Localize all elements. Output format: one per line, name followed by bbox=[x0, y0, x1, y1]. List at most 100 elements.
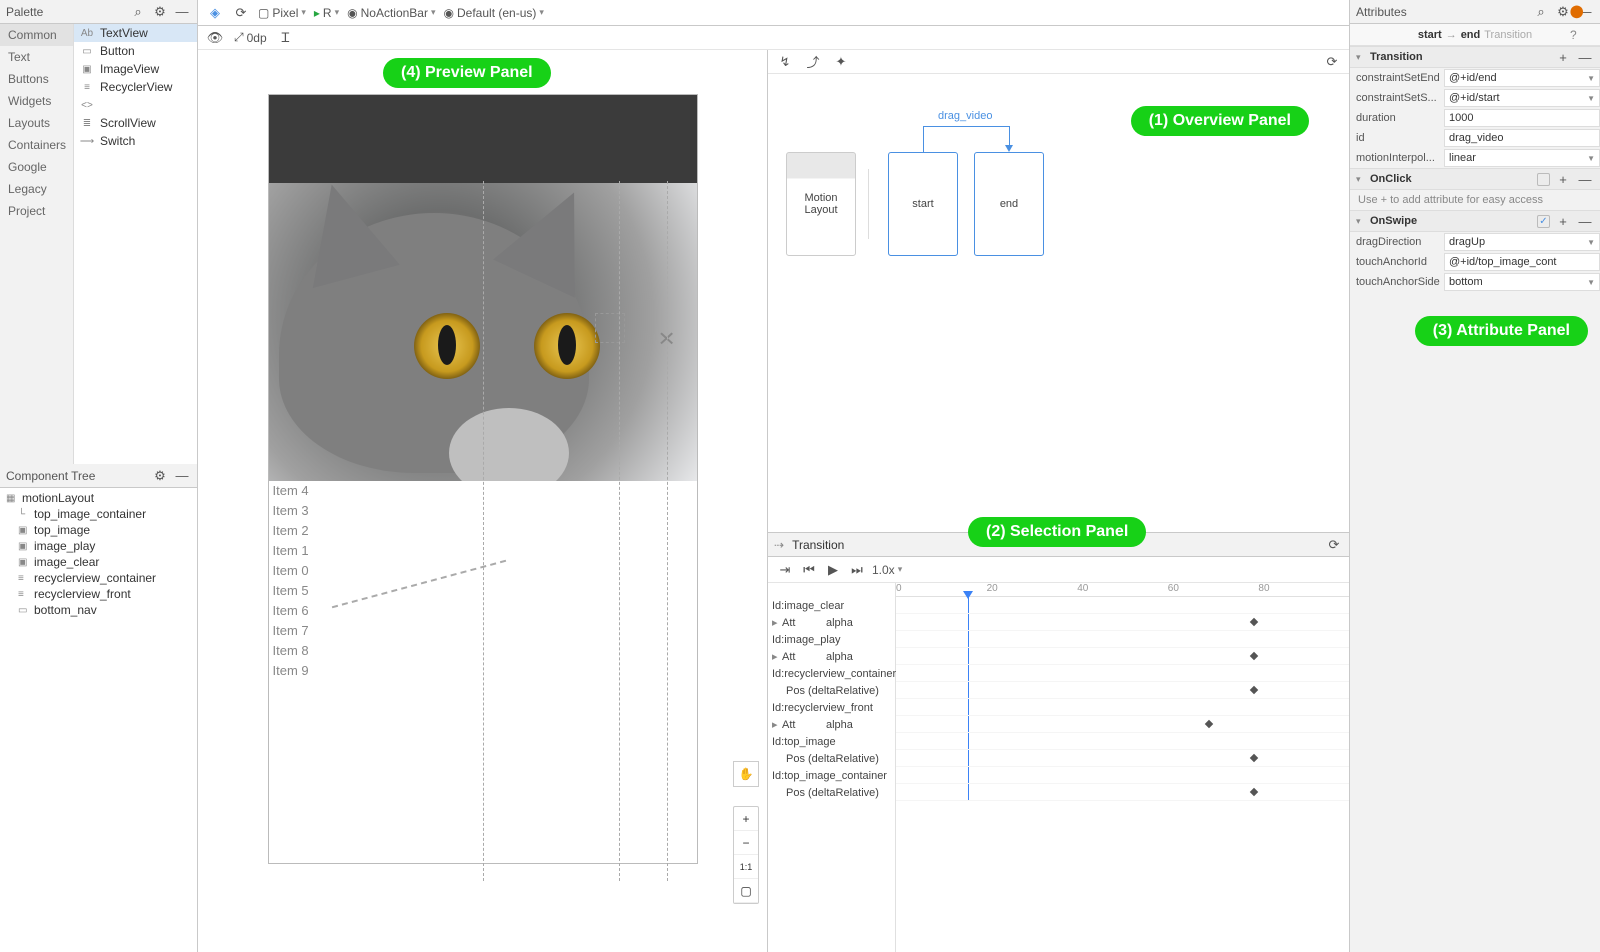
palette-cat-google[interactable]: Google bbox=[0, 156, 73, 178]
timeline-label[interactable]: Id:image_play bbox=[768, 631, 895, 648]
component-button[interactable]: ▭Button bbox=[74, 42, 197, 60]
timeline-row[interactable] bbox=[896, 648, 1349, 665]
timeline-row[interactable] bbox=[896, 631, 1349, 648]
search-icon[interactable]: ⌕ bbox=[1532, 3, 1550, 21]
add-click-icon[interactable]: ✦ bbox=[832, 53, 850, 71]
palette-cat-legacy[interactable]: Legacy bbox=[0, 178, 73, 200]
timeline-label[interactable]: Id:recyclerview_front bbox=[768, 699, 895, 716]
remove-icon[interactable]: — bbox=[1576, 48, 1594, 66]
palette-cat-text[interactable]: Text bbox=[0, 46, 73, 68]
timeline-row[interactable] bbox=[896, 733, 1349, 750]
attr-value[interactable]: @+id/end▼ bbox=[1444, 69, 1600, 87]
palette-cat-containers[interactable]: Containers bbox=[0, 134, 73, 156]
timeline-row[interactable] bbox=[896, 784, 1349, 801]
palette-cat-widgets[interactable]: Widgets bbox=[0, 90, 73, 112]
timeline-label[interactable]: Id:top_image_container bbox=[768, 767, 895, 784]
timeline-row[interactable] bbox=[896, 682, 1349, 699]
zoom-reset-button[interactable]: 1:1 bbox=[734, 855, 758, 879]
section-onswipe[interactable]: ▾ OnSwipe ✓ + — bbox=[1350, 210, 1600, 232]
keyframe-icon[interactable] bbox=[1250, 652, 1258, 660]
remove-icon[interactable]: — bbox=[1576, 170, 1594, 188]
selection-rect[interactable] bbox=[595, 313, 625, 343]
step-back-icon[interactable]: ⏮ bbox=[800, 561, 818, 579]
timeline-row[interactable] bbox=[896, 614, 1349, 631]
timeline-row[interactable] bbox=[896, 716, 1349, 733]
tree-item-image_play[interactable]: ▣image_play bbox=[0, 538, 197, 554]
checkbox-icon[interactable] bbox=[1537, 173, 1550, 186]
visibility-icon[interactable]: 👁 bbox=[206, 29, 224, 47]
timeline-label[interactable]: Pos (deltaRelative) bbox=[768, 750, 895, 767]
attr-value[interactable]: @+id/top_image_cont bbox=[1444, 253, 1600, 271]
zoom-in-button[interactable]: + bbox=[734, 807, 758, 831]
search-icon[interactable]: ⌕ bbox=[129, 3, 147, 21]
attr-value[interactable]: 1000 bbox=[1444, 109, 1600, 127]
timeline-row[interactable] bbox=[896, 597, 1349, 614]
text-cursor-icon[interactable]: Ꮖ bbox=[277, 29, 295, 47]
timeline-row[interactable] bbox=[896, 665, 1349, 682]
gear-icon[interactable]: ⚙ bbox=[151, 3, 169, 21]
zoom-out-button[interactable]: − bbox=[734, 831, 758, 855]
timeline-label[interactable]: Pos (deltaRelative) bbox=[768, 784, 895, 801]
state-start[interactable]: start bbox=[888, 152, 958, 256]
margin-input[interactable]: ⤢ 0dp bbox=[234, 30, 267, 45]
keyframe-icon[interactable] bbox=[1204, 720, 1212, 728]
component-scrollview[interactable]: ≣ScrollView bbox=[74, 114, 197, 132]
tree-item-top_image[interactable]: ▣top_image bbox=[0, 522, 197, 538]
locale-selector[interactable]: ◉ Default (en-us) ▾ bbox=[444, 6, 544, 20]
component-textview[interactable]: AbTextView bbox=[74, 24, 197, 42]
step-fwd-icon[interactable]: ⏭ bbox=[848, 561, 866, 579]
device-selector[interactable]: ▢ Pixel ▾ bbox=[258, 6, 306, 20]
go-start-icon[interactable]: ⇥ bbox=[776, 561, 794, 579]
timeline-row[interactable] bbox=[896, 750, 1349, 767]
attr-value[interactable]: drag_video bbox=[1444, 129, 1600, 147]
overview-canvas[interactable]: (1) Overview Panel Motion Layout start e… bbox=[768, 74, 1349, 532]
state-end[interactable]: end bbox=[974, 152, 1044, 256]
help-icon[interactable]: ? bbox=[1570, 28, 1586, 44]
tree-item-recyclerview_front[interactable]: ≡recyclerview_front bbox=[0, 586, 197, 602]
motion-layout-node[interactable]: Motion Layout bbox=[786, 152, 856, 256]
section-onclick[interactable]: ▾ OnClick + — bbox=[1350, 168, 1600, 190]
tree-item-recyclerview_container[interactable]: ≡recyclerview_container bbox=[0, 570, 197, 586]
tree-item-image_clear[interactable]: ▣image_clear bbox=[0, 554, 197, 570]
section-transition[interactable]: ▾ Transition + — bbox=[1350, 46, 1600, 68]
theme-selector[interactable]: ◉ NoActionBar ▾ bbox=[347, 6, 435, 20]
attr-value[interactable]: @+id/start▼ bbox=[1444, 89, 1600, 107]
timeline-label[interactable]: ▸ Attalpha bbox=[768, 716, 895, 733]
component-fragmentfragmentfragment[interactable]: <> bbox=[74, 96, 197, 114]
design-view-icon[interactable]: ◈ bbox=[206, 4, 224, 22]
keyframe-icon[interactable] bbox=[1250, 618, 1258, 626]
cycle-icon[interactable]: ⟳ bbox=[1323, 53, 1341, 71]
zoom-fit-button[interactable]: ▢ bbox=[734, 879, 758, 903]
timeline-label[interactable]: ▸ Attalpha bbox=[768, 648, 895, 665]
add-transition-icon[interactable]: ⤴ bbox=[804, 53, 822, 71]
collapse-icon[interactable]: — bbox=[173, 3, 191, 21]
add-icon[interactable]: + bbox=[1554, 170, 1572, 188]
timeline-label[interactable]: Pos (deltaRelative) bbox=[768, 682, 895, 699]
tree-item-top_image_container[interactable]: └top_image_container bbox=[0, 506, 197, 522]
palette-cat-layouts[interactable]: Layouts bbox=[0, 112, 73, 134]
transition-label[interactable]: drag_video bbox=[938, 110, 992, 122]
keyframe-icon[interactable] bbox=[1250, 788, 1258, 796]
api-selector[interactable]: ▸ R ▾ bbox=[314, 6, 339, 20]
remove-icon[interactable]: — bbox=[1576, 212, 1594, 230]
timeline-label[interactable]: Id:recyclerview_container bbox=[768, 665, 895, 682]
add-icon[interactable]: + bbox=[1554, 212, 1572, 230]
pan-button[interactable]: ✋ bbox=[733, 761, 759, 787]
timeline-row[interactable] bbox=[896, 699, 1349, 716]
timeline-row[interactable] bbox=[896, 767, 1349, 784]
attr-value[interactable]: bottom▼ bbox=[1444, 273, 1600, 291]
timeline-label[interactable]: ▸ Attalpha bbox=[768, 614, 895, 631]
tree-root[interactable]: ▦motionLayout bbox=[0, 490, 197, 506]
add-icon[interactable]: + bbox=[1554, 48, 1572, 66]
attr-value[interactable]: dragUp▼ bbox=[1444, 233, 1600, 251]
tree-item-bottom_nav[interactable]: ▭bottom_nav bbox=[0, 602, 197, 618]
component-recyclerview[interactable]: ≡RecyclerView bbox=[74, 78, 197, 96]
keyframe-icon[interactable] bbox=[1250, 686, 1258, 694]
cycle-icon[interactable]: ⟳ bbox=[1325, 536, 1343, 554]
checkbox-checked-icon[interactable]: ✓ bbox=[1537, 215, 1550, 228]
warning-icon[interactable]: ⬤ bbox=[1570, 4, 1586, 20]
attr-value[interactable]: linear▼ bbox=[1444, 149, 1600, 167]
keyframe-icon[interactable] bbox=[1250, 754, 1258, 762]
component-imageview[interactable]: ▣ImageView bbox=[74, 60, 197, 78]
speed-selector[interactable]: 1.0x ▾ bbox=[872, 563, 902, 577]
